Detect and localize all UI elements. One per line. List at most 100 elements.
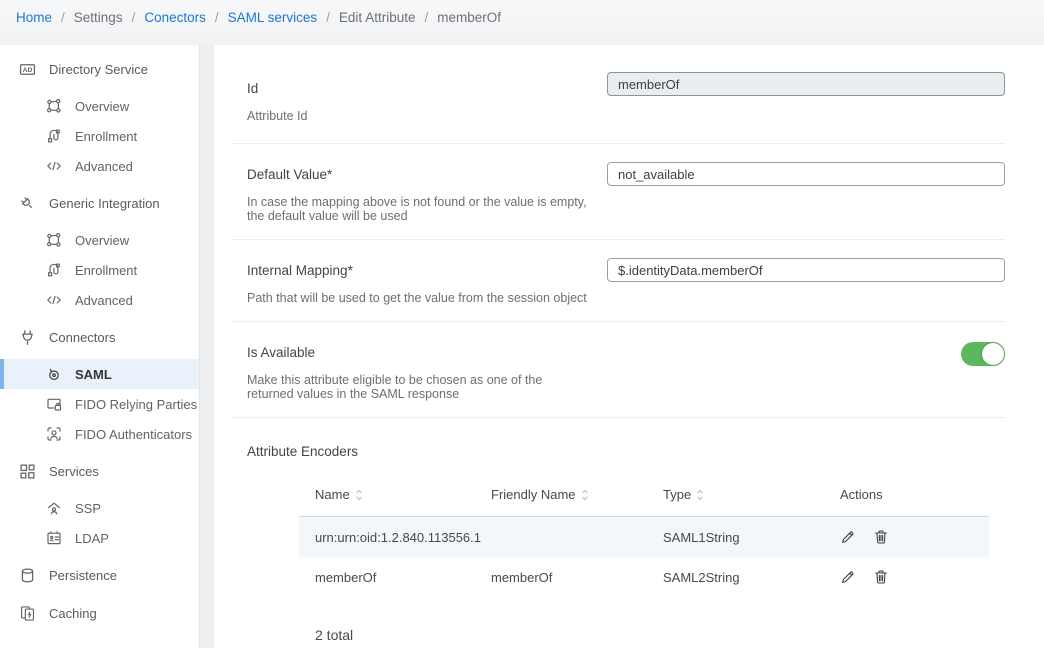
- attribute-encoders-section: Attribute Encoders Name Friendly Name: [232, 444, 1005, 648]
- id-field-helper: Attribute Id: [247, 109, 587, 123]
- sidebar-item-label: SAML: [75, 367, 112, 382]
- is-available-field-helper: Make this attribute eligible to be chose…: [247, 373, 587, 401]
- attribute-encoders-table: Name Friendly Name Type: [299, 473, 989, 597]
- internal-mapping-field-label: Internal Mapping*: [247, 263, 587, 278]
- id-input[interactable]: [607, 72, 1005, 96]
- sidebar-item-label: Services: [49, 464, 99, 479]
- breadcrumb-saml-services[interactable]: SAML services: [228, 10, 318, 25]
- ldap-icon: [46, 530, 62, 546]
- breadcrumb-home[interactable]: Home: [16, 10, 52, 25]
- overview-icon: [46, 232, 62, 248]
- breadcrumb-separator: /: [424, 10, 428, 25]
- sidebar-item-label: SSP: [75, 501, 101, 516]
- toggle-knob: [982, 343, 1004, 365]
- main-content: Id Attribute Id Default Value* In case t…: [214, 45, 1044, 648]
- breadcrumb-separator: /: [215, 10, 219, 25]
- internal-mapping-field-helper: Path that will be used to get the value …: [247, 291, 587, 305]
- breadcrumb: Home / Settings / Conectors / SAML servi…: [16, 10, 501, 25]
- saml-icon: [46, 366, 62, 382]
- sidebar-item-generic-integration[interactable]: Generic Integration: [0, 187, 199, 219]
- sidebar-item-ds-advanced[interactable]: Advanced: [0, 151, 199, 181]
- sidebar-item-label: Advanced: [75, 293, 133, 308]
- sidebar-item-fido-authenticators[interactable]: FIDO Authenticators: [0, 419, 199, 449]
- code-icon: [46, 292, 62, 308]
- sort-icon: [355, 489, 363, 501]
- table-header-row: Name Friendly Name Type: [299, 473, 989, 517]
- sidebar-item-persistence[interactable]: Persistence: [0, 559, 199, 591]
- sidebar-item-services[interactable]: Services: [0, 455, 199, 487]
- sidebar-item-directory-service[interactable]: AD Directory Service: [0, 53, 199, 85]
- column-header-label: Friendly Name: [491, 487, 576, 502]
- sidebar-item-label: Persistence: [49, 568, 117, 583]
- table-row: memberOf memberOf SAML2String: [299, 557, 989, 597]
- internal-mapping-input[interactable]: [607, 258, 1005, 282]
- attribute-encoders-title: Attribute Encoders: [247, 444, 1005, 459]
- sidebar-item-label: Overview: [75, 99, 129, 114]
- sidebar-content-gutter: [200, 45, 214, 648]
- field-row-default-value: Default Value* In case the mapping above…: [232, 144, 1005, 240]
- sidebar-item-label: Enrollment: [75, 263, 137, 278]
- sidebar-item-label: Caching: [49, 606, 97, 621]
- column-header-type[interactable]: Type: [647, 487, 807, 502]
- cell-name: memberOf: [299, 570, 475, 585]
- overview-icon: [46, 98, 62, 114]
- sidebar-item-label: Connectors: [49, 330, 115, 345]
- field-row-internal-mapping: Internal Mapping* Path that will be used…: [232, 240, 1005, 322]
- column-header-label: Name: [315, 487, 350, 502]
- column-header-friendly-name[interactable]: Friendly Name: [475, 487, 647, 502]
- sidebar-item-label: Directory Service: [49, 62, 148, 77]
- column-header-actions: Actions: [807, 487, 989, 502]
- svg-text:AD: AD: [23, 66, 33, 73]
- sidebar: AD Directory Service Overview Enrollment…: [0, 45, 200, 648]
- sidebar-item-fido-relying-parties[interactable]: FIDO Relying Parties: [0, 389, 199, 419]
- edit-icon[interactable]: [840, 529, 856, 545]
- delete-icon[interactable]: [873, 569, 889, 585]
- default-value-input[interactable]: [607, 162, 1005, 186]
- breadcrumb-separator: /: [326, 10, 330, 25]
- default-value-field-label: Default Value*: [247, 167, 587, 182]
- sort-icon: [581, 489, 589, 501]
- sidebar-item-ssp[interactable]: SSP: [0, 493, 199, 523]
- edit-icon[interactable]: [840, 569, 856, 585]
- is-available-toggle[interactable]: [961, 342, 1005, 366]
- sidebar-item-label: Generic Integration: [49, 196, 160, 211]
- sidebar-item-saml[interactable]: SAML: [0, 359, 199, 389]
- sidebar-item-label: LDAP: [75, 531, 109, 546]
- sidebar-item-ds-overview[interactable]: Overview: [0, 91, 199, 121]
- breadcrumb-separator: /: [61, 10, 65, 25]
- sidebar-item-caching[interactable]: Caching: [0, 597, 199, 629]
- field-row-is-available: Is Available Make this attribute eligibl…: [232, 322, 1005, 418]
- sidebar-item-label: Advanced: [75, 159, 133, 174]
- sidebar-item-ds-enrollment[interactable]: Enrollment: [0, 121, 199, 151]
- active-directory-icon: AD: [19, 61, 36, 78]
- relying-party-icon: [46, 396, 62, 412]
- sidebar-item-ldap[interactable]: LDAP: [0, 523, 199, 553]
- breadcrumb-memberof: memberOf: [437, 10, 501, 25]
- header-bar: Home / Settings / Conectors / SAML servi…: [0, 0, 1044, 45]
- table-row: urn:urn:oid:1.2.840.113556.1 SAML1String: [299, 517, 989, 557]
- sidebar-item-gi-advanced[interactable]: Advanced: [0, 285, 199, 315]
- database-icon: [19, 567, 36, 584]
- breadcrumb-conectors[interactable]: Conectors: [144, 10, 206, 25]
- delete-icon[interactable]: [873, 529, 889, 545]
- breadcrumb-settings: Settings: [74, 10, 123, 25]
- column-header-label: Actions: [840, 487, 883, 502]
- sidebar-item-connectors[interactable]: Connectors: [0, 321, 199, 353]
- column-header-name[interactable]: Name: [299, 487, 475, 502]
- breadcrumb-edit-attribute: Edit Attribute: [339, 10, 416, 25]
- plug-icon: [19, 329, 36, 346]
- enrollment-icon: [46, 262, 62, 278]
- sidebar-item-label: Enrollment: [75, 129, 137, 144]
- sidebar-item-label: Overview: [75, 233, 129, 248]
- cell-type: SAML2String: [647, 570, 807, 585]
- breadcrumb-separator: /: [132, 10, 136, 25]
- sidebar-item-label: FIDO Relying Parties: [75, 397, 197, 412]
- sidebar-item-label: FIDO Authenticators: [75, 427, 192, 442]
- cell-friendly-name: memberOf: [475, 570, 647, 585]
- services-grid-icon: [19, 463, 36, 480]
- sidebar-item-gi-enrollment[interactable]: Enrollment: [0, 255, 199, 285]
- id-field-label: Id: [247, 81, 587, 96]
- cell-name: urn:urn:oid:1.2.840.113556.1: [299, 530, 475, 545]
- sort-icon: [696, 489, 704, 501]
- sidebar-item-gi-overview[interactable]: Overview: [0, 225, 199, 255]
